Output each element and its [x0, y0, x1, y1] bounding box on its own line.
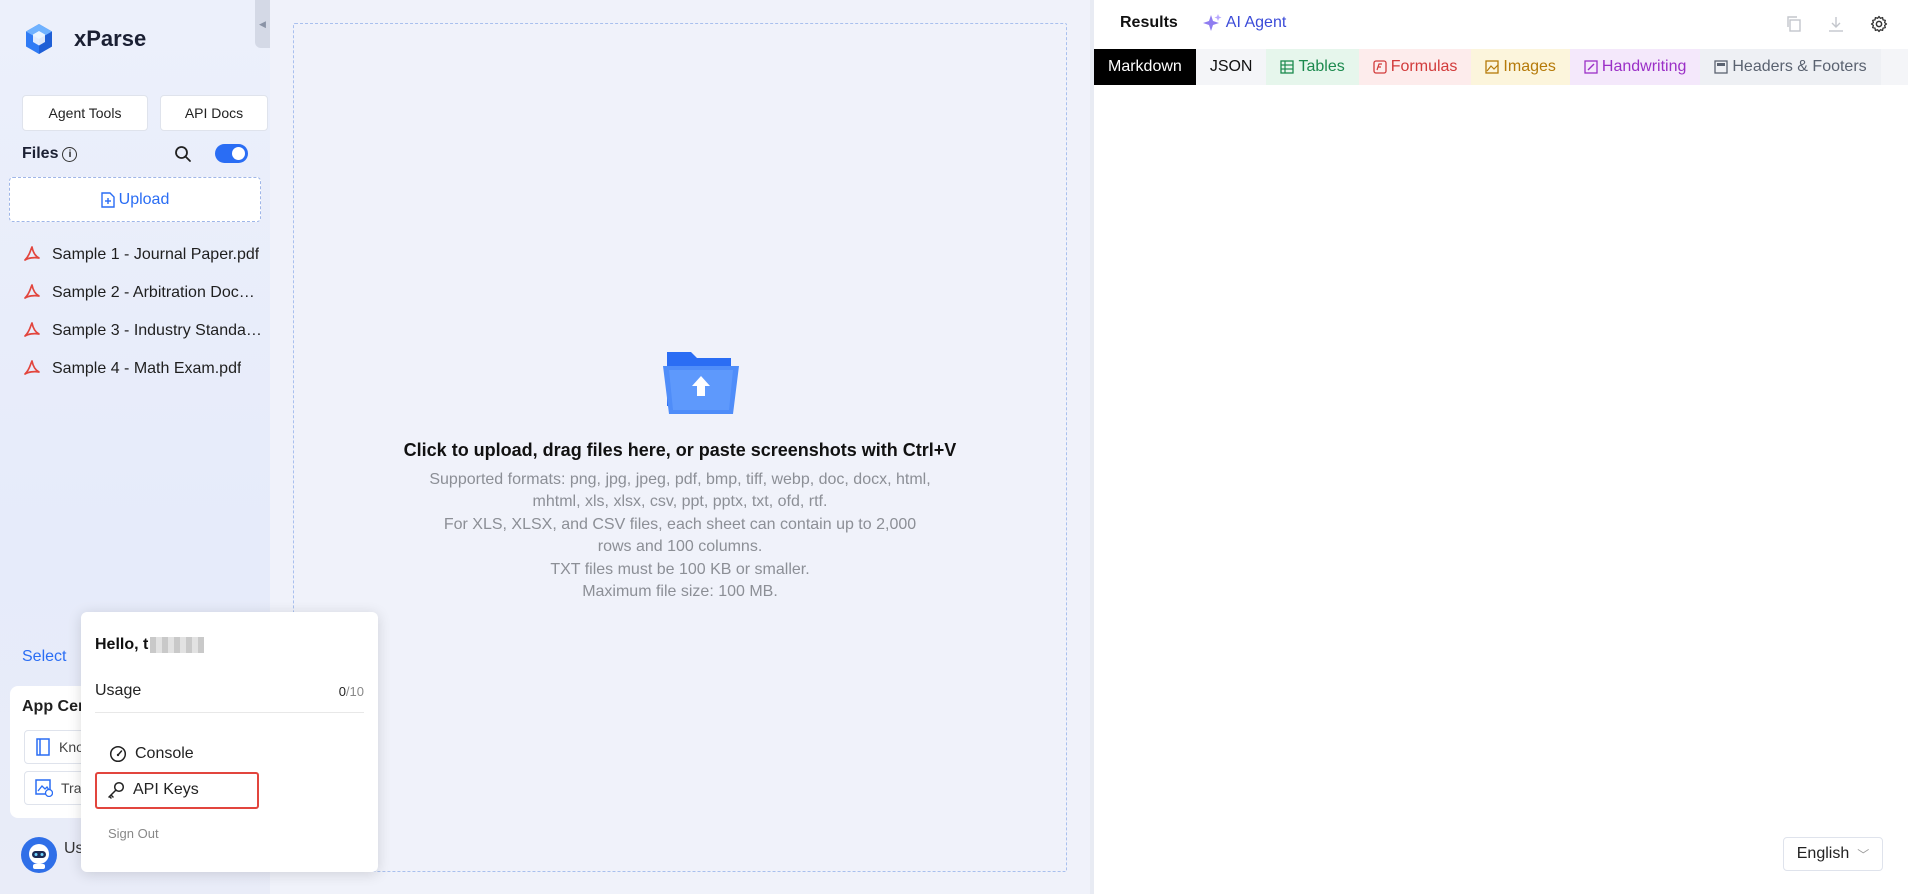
tab-images[interactable]: Images [1471, 49, 1570, 85]
info-icon[interactable]: i [62, 146, 78, 162]
upload-file-icon [100, 191, 115, 208]
agent-tools-button[interactable]: Agent Tools [22, 95, 148, 131]
sparkle-icon [1202, 14, 1222, 31]
file-name: Sample 2 - Arbitration Document.pdf [52, 284, 262, 301]
greeting: Hello, t [95, 636, 205, 654]
txt-limit-line: TXT files must be 100 KB or smaller. [550, 560, 810, 578]
redacted-username [150, 637, 205, 653]
ai-agent-label: AI Agent [1225, 14, 1287, 31]
download-icon[interactable] [1828, 16, 1844, 32]
max-size-line: Maximum file size: 100 MB. [582, 583, 778, 601]
usage-total: /10 [345, 684, 364, 699]
gear-icon[interactable] [1870, 15, 1888, 33]
file-list: Sample 1 - Journal Paper.pdf Sample 2 - … [22, 236, 262, 388]
greeting-text: Hello, t [95, 636, 149, 653]
file-item[interactable]: Sample 3 - Industry Standard.pdf [22, 312, 262, 350]
user-menu-popup: Hello, t Usage 0/10 Console API Keys Sig… [81, 612, 378, 872]
usage-label: Usage [95, 682, 142, 699]
file-item[interactable]: Sample 4 - Math Exam.pdf [22, 350, 262, 388]
file-item[interactable]: Sample 2 - Arbitration Document.pdf [22, 274, 262, 312]
key-icon [108, 781, 125, 799]
pdf-icon [24, 322, 40, 337]
results-panel: Results AI Agent Markdown JSON Tables Fo… [1094, 0, 1908, 894]
chevron-down-icon: ﹀ [1857, 847, 1870, 862]
tab-label: Images [1503, 58, 1556, 75]
sheet-limit-line: rows and 100 columns. [597, 538, 763, 556]
upload-area: Click to upload, drag files here, or pas… [270, 0, 1090, 894]
tab-json[interactable]: JSON [1195, 49, 1267, 85]
file-name: Sample 1 - Journal Paper.pdf [52, 246, 260, 263]
language-label: English [1796, 845, 1850, 862]
console-menu-item[interactable]: Console [109, 745, 194, 763]
file-item[interactable]: Sample 1 - Journal Paper.pdf [22, 236, 262, 274]
collapse-sidebar-button[interactable]: ◀ [255, 0, 270, 48]
tab-formulas[interactable]: Formulas [1358, 49, 1472, 85]
pdf-icon [24, 284, 40, 299]
tab-ai-agent[interactable]: AI Agent [1202, 13, 1287, 33]
formula-icon [1373, 60, 1387, 74]
drop-zone[interactable]: Click to upload, drag files here, or pas… [293, 23, 1067, 872]
files-label: Files [22, 145, 59, 162]
handwriting-icon [1584, 60, 1598, 74]
tab-results[interactable]: Results [1120, 14, 1178, 32]
sheet-limit-line: For XLS, XLSX, and CSV files, each sheet… [443, 515, 917, 533]
tab-headers-footers[interactable]: Headers & Footers [1700, 49, 1881, 85]
tab-label: Headers & Footers [1732, 58, 1867, 75]
file-name: Sample 4 - Math Exam.pdf [52, 360, 242, 377]
api-keys-label: API Keys [133, 781, 199, 798]
brand-name: xParse [74, 26, 147, 51]
usage-used: 0 [338, 684, 346, 699]
result-type-tabs: Markdown JSON Tables Formulas Images Han… [1094, 49, 1908, 85]
dashboard-icon [109, 745, 127, 763]
tab-markdown[interactable]: Markdown [1094, 49, 1196, 85]
pdf-icon [24, 360, 40, 375]
table-icon [1280, 60, 1295, 74]
upload-title: Click to upload, drag files here, or pas… [403, 440, 957, 460]
sign-out-link[interactable]: Sign Out [108, 826, 159, 841]
upload-button[interactable]: Upload [9, 177, 261, 222]
brand: xParse [22, 22, 146, 56]
xparse-logo [26, 24, 52, 54]
tab-label: Formulas [1390, 58, 1458, 75]
tab-tables[interactable]: Tables [1266, 49, 1359, 85]
book-icon [36, 738, 50, 756]
search-icon[interactable] [174, 145, 192, 163]
files-header: Files i [22, 143, 248, 165]
divider [95, 712, 364, 713]
header-footer-icon [1714, 60, 1729, 74]
upload-description: Supported formats: png, jpg, jpeg, pdf, … [294, 469, 1066, 603]
copy-icon[interactable] [1786, 16, 1802, 32]
folder-upload-icon [663, 352, 739, 414]
image-translate-icon [35, 779, 53, 797]
api-docs-button[interactable]: API Docs [160, 95, 268, 131]
format-line: mhtml, xls, xlsx, csv, ppt, pptx, txt, o… [532, 493, 828, 511]
tab-label: Markdown [1108, 58, 1182, 75]
tab-label: JSON [1209, 58, 1253, 75]
tab-handwriting[interactable]: Handwriting [1569, 49, 1701, 85]
file-name: Sample 3 - Industry Standard.pdf [52, 322, 262, 339]
upload-label: Upload [118, 190, 170, 208]
language-select[interactable]: English ﹀ [1783, 837, 1883, 871]
tab-label: Handwriting [1601, 58, 1687, 75]
files-toggle[interactable] [215, 144, 248, 163]
select-link[interactable]: Select [22, 648, 66, 666]
avatar[interactable] [21, 837, 57, 873]
tab-label: Tables [1298, 58, 1345, 75]
pdf-icon [24, 246, 40, 261]
api-keys-menu-item[interactable]: API Keys [107, 781, 199, 799]
image-icon [1485, 60, 1500, 74]
format-line: Supported formats: png, jpg, jpeg, pdf, … [429, 471, 931, 488]
console-label: Console [135, 745, 194, 762]
usage-value: 0/10 [339, 684, 364, 699]
